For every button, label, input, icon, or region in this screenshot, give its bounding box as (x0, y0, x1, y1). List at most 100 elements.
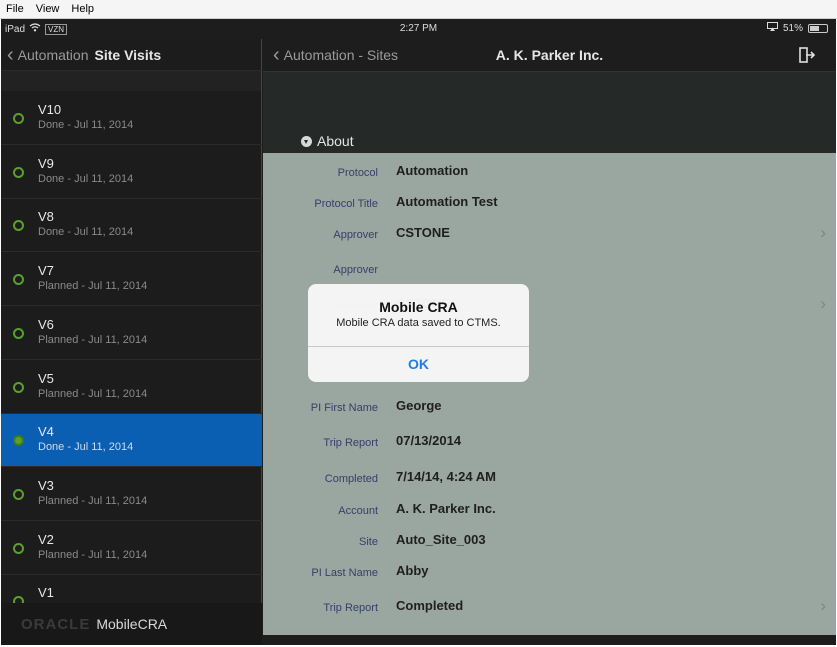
back-button-automation-sites[interactable]: Automation - Sites (284, 47, 398, 63)
list-item[interactable]: V5 Planned - Jul 11, 2014 (1, 361, 262, 414)
visit-status: Done - Jul 11, 2014 (38, 441, 134, 454)
menu-help[interactable]: Help (65, 3, 100, 15)
status-time: 2:27 PM (399, 23, 438, 34)
status-ring-icon (13, 488, 24, 500)
field-label: Protocol Title (314, 198, 378, 210)
field-label: Approver (333, 264, 378, 276)
menu-file[interactable]: File (0, 3, 30, 15)
detail-field-row: Completed 7/14/14, 4:24 AM (263, 469, 836, 493)
field-value: 7/14/14, 4:24 AM (396, 469, 496, 484)
visit-name: V5 (38, 370, 54, 386)
visit-name: V4 (38, 424, 54, 440)
visit-status: Planned - Jul 11, 2014 (38, 333, 148, 346)
detail-field-row[interactable]: Trip Report Completed › (263, 596, 836, 622)
right-bottom-bar (263, 635, 836, 645)
field-value: George (396, 398, 442, 413)
detail-field-row: Trip Report 07/13/2014 (263, 433, 836, 457)
about-label: About (317, 133, 354, 149)
field-label: Site (359, 536, 378, 548)
chevron-right-icon[interactable]: › (820, 223, 826, 243)
field-value: CSTONE (396, 225, 450, 240)
detail-field-row: Site Auto_Site_003 (263, 532, 836, 556)
list-item[interactable]: V9 Done - Jul 11, 2014 (1, 146, 262, 199)
menu-view[interactable]: View (30, 3, 66, 15)
detail-field-row: PI First Name George (263, 398, 836, 422)
status-ring-icon (13, 113, 24, 124)
visit-status: Planned - Jul 11, 2014 (38, 280, 148, 293)
chevron-left-icon[interactable]: ‹ (273, 45, 280, 65)
about-header[interactable]: About (301, 133, 354, 149)
field-label: Protocol (337, 167, 378, 179)
field-value: Auto_Site_003 (396, 532, 486, 547)
field-label: Trip Report (323, 602, 378, 614)
status-ring-icon (13, 542, 24, 554)
detail-field-row: Approver (263, 264, 836, 284)
list-item[interactable]: V3 Planned - Jul 11, 2014 (1, 468, 262, 521)
battery-percent: 51% (782, 22, 803, 34)
ok-button[interactable]: OK (308, 347, 529, 382)
left-nav-title: Site Visits (94, 46, 162, 63)
battery-icon (808, 23, 828, 33)
visit-status: Done - Jul 11, 2014 (38, 119, 134, 131)
left-footer: ORACLE MobileCRA (1, 603, 262, 645)
app-name: MobileCRA (96, 616, 168, 632)
visit-status: Planned - Jul 11, 2014 (38, 494, 148, 507)
alert-message: Mobile CRA data saved to CTMS. (336, 317, 501, 329)
list-item[interactable]: V6 Planned - Jul 11, 2014 (1, 307, 262, 360)
detail-field-row: Protocol Title Automation Test (263, 194, 836, 218)
visit-status: Done - Jul 11, 2014 (38, 226, 134, 239)
field-label: Account (338, 505, 378, 517)
oracle-logo: ORACLE (21, 615, 91, 633)
list-item[interactable]: V7 Planned - Jul 11, 2014 (1, 253, 262, 307)
chevron-left-icon[interactable]: ‹ (7, 45, 14, 65)
visit-status: Planned - Jul 11, 2014 (38, 548, 148, 561)
visit-name: V10 (38, 102, 62, 117)
field-value: Automation Test (396, 194, 498, 209)
back-button-automation[interactable]: Automation (18, 47, 89, 63)
visit-name: V7 (38, 263, 54, 279)
alert-title: Mobile CRA (379, 299, 458, 315)
alert-dialog: Mobile CRA Mobile CRA data saved to CTMS… (308, 284, 529, 382)
list-item[interactable]: V10 Done - Jul 11, 2014 (1, 92, 262, 145)
field-value: A. K. Parker Inc. (396, 501, 496, 516)
visit-name: V9 (38, 155, 54, 171)
detail-field-row: PI Last Name Abby (263, 563, 836, 587)
field-value: Completed (396, 598, 464, 613)
visit-name: V1 (38, 585, 54, 601)
left-nav-bar: ‹ Automation Site Visits (1, 39, 261, 71)
chevron-right-icon[interactable]: › (820, 294, 826, 314)
status-ring-icon (13, 274, 24, 286)
list-item[interactable]: V2 Planned - Jul 11, 2014 (1, 522, 262, 575)
detail-field-row: Account A. K. Parker Inc. (263, 501, 836, 525)
status-ring-icon (13, 166, 24, 178)
list-item[interactable]: V4 Done - Jul 11, 2014 (1, 414, 262, 468)
status-ring-icon (13, 327, 24, 339)
right-nav-bar: ‹ Automation - Sites A. K. Parker Inc. (263, 39, 836, 71)
visit-name: V3 (38, 477, 54, 493)
visit-name: V6 (38, 316, 54, 332)
ipad-screen: iPad VZN 2:27 PM 51% ‹ Automation Site V… (1, 19, 836, 645)
status-ring-icon (13, 220, 24, 232)
list-item[interactable]: V8 Done - Jul 11, 2014 (1, 199, 262, 253)
chevron-right-icon[interactable]: › (820, 596, 826, 616)
field-label: Completed (324, 473, 378, 485)
menu-bar: File View Help (0, 0, 837, 19)
collapse-icon (301, 135, 312, 147)
field-label: Trip Report (323, 437, 378, 449)
airplay-icon (766, 22, 778, 34)
visit-status: Planned - Jul 11, 2014 (38, 387, 148, 400)
field-label: PI Last Name (311, 567, 378, 579)
site-visits-pane: ‹ Automation Site Visits V10 Done - Jul 1… (1, 39, 262, 645)
left-nav-divider (1, 71, 261, 91)
field-value: Abby (396, 563, 429, 578)
status-ring-icon (13, 381, 24, 393)
detail-field-row: Protocol Automation (263, 163, 836, 187)
field-label: PI First Name (310, 402, 378, 414)
field-value: 07/13/2014 (396, 433, 462, 448)
detail-field-row[interactable]: Approver CSTONE › (263, 223, 836, 249)
visit-name: V2 (38, 531, 54, 547)
status-ring-icon (13, 435, 24, 447)
visit-name: V8 (38, 209, 54, 225)
visit-status: Done - Jul 11, 2014 (38, 172, 134, 185)
logout-icon[interactable] (798, 46, 816, 64)
